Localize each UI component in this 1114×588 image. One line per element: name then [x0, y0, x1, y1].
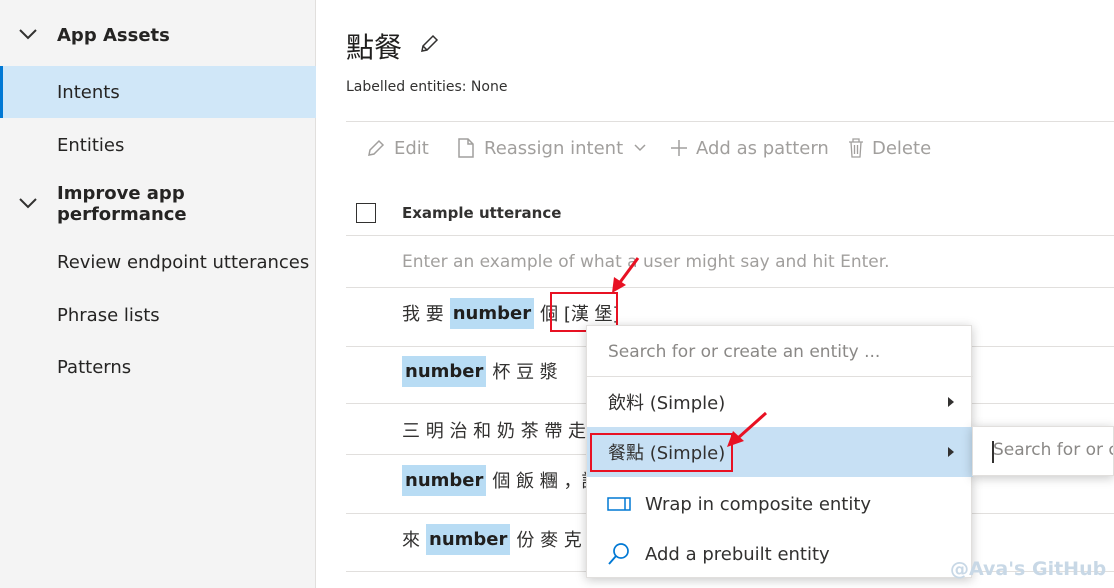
annotation-arrow-icon	[612, 257, 640, 293]
entity-label[interactable]: number	[449, 297, 535, 329]
utterance-text: 個 飯 糰 ，請	[492, 471, 600, 492]
toolbar-divider	[346, 121, 1114, 122]
edit-button[interactable]: Edit	[366, 136, 429, 160]
chevron-down-icon	[19, 198, 37, 209]
sidebar-item-intents[interactable]: Intents	[0, 66, 316, 118]
sidebar-item-phrase-lists[interactable]: Phrase lists	[0, 289, 316, 341]
add-as-pattern-button[interactable]: Add as pattern	[670, 136, 829, 160]
chevron-down-icon	[634, 144, 646, 152]
search-icon	[608, 543, 629, 565]
composite-entity-icon	[607, 497, 631, 511]
entity-search-input[interactable]: Search for or create an entity ...	[608, 342, 880, 362]
entity-label[interactable]: number	[402, 355, 487, 387]
sidebar-item-label: Patterns	[57, 356, 132, 378]
menu-item-label: Add a prebuilt entity	[645, 543, 830, 565]
menu-item-drink-entity[interactable]: 飲料 (Simple)	[587, 377, 973, 427]
sidebar-item-label: Phrase lists	[57, 304, 160, 326]
row-divider	[346, 235, 1114, 236]
sidebar-item-review-endpoint-utterances[interactable]: Review endpoint utterances	[0, 236, 316, 288]
page-title: 點餐	[346, 31, 403, 64]
sidebar-item-label: Intents	[57, 81, 120, 103]
submenu-search-input[interactable]: Search for or c	[993, 440, 1113, 460]
chevron-down-icon	[19, 29, 37, 40]
menu-item-add-prebuilt[interactable]: Add a prebuilt entity	[587, 529, 973, 579]
table-row[interactable]: number 杯 豆 漿	[402, 353, 558, 389]
edit-button-label: Edit	[394, 137, 429, 159]
entity-label[interactable]: number	[402, 464, 487, 496]
document-icon	[458, 138, 474, 158]
table-row[interactable]: number 個 飯 糰 ，請	[402, 462, 600, 498]
caret-right-icon	[948, 397, 954, 407]
utterance-text: 我 要	[402, 304, 444, 325]
entity-submenu: Search for or c	[972, 426, 1114, 476]
utterance-input[interactable]: Enter an example of what a user might sa…	[402, 252, 890, 272]
entity-label[interactable]: number	[426, 523, 511, 555]
trash-icon	[849, 138, 863, 158]
annotation-highlight-box	[590, 433, 733, 472]
sidebar-item-entities[interactable]: Entities	[0, 119, 316, 171]
watermark: @Ava's GitHub	[950, 558, 1107, 580]
row-divider	[346, 287, 1114, 288]
sidebar-group-app-assets[interactable]: App Assets	[0, 10, 316, 60]
edit-title-pencil-icon[interactable]	[418, 33, 440, 55]
sidebar-item-patterns[interactable]: Patterns	[0, 341, 316, 393]
table-row[interactable]: 來 number 份 麥 克 雞	[402, 521, 606, 557]
menu-item-wrap-composite[interactable]: Wrap in composite entity	[587, 479, 973, 529]
pencil-icon	[368, 139, 385, 156]
labelled-entities-text: Labelled entities: None	[346, 79, 508, 95]
sidebar: App Assets Intents Entities Improve app …	[0, 0, 316, 588]
add-as-pattern-label: Add as pattern	[696, 137, 829, 159]
column-header-utterance: Example utterance	[402, 204, 562, 222]
sidebar-item-label: Review endpoint utterances	[57, 251, 310, 273]
table-row[interactable]: 三 明 治 和 奶 茶 帶 走	[402, 412, 586, 448]
reassign-intent-label: Reassign intent	[484, 137, 624, 159]
delete-button[interactable]: Delete	[848, 136, 931, 160]
sidebar-group-improve-app-performance[interactable]: Improve app performance	[0, 179, 316, 229]
caret-right-icon	[948, 447, 954, 457]
sidebar-group-label: Improve app performance	[57, 183, 187, 225]
sidebar-item-label: Entities	[57, 134, 125, 156]
utterance-text: 來	[402, 530, 420, 551]
annotation-arrow-icon	[727, 411, 767, 447]
utterance-text: 杯 豆 漿	[492, 362, 558, 383]
menu-item-label: 飲料 (Simple)	[608, 393, 726, 414]
sidebar-group-label: App Assets	[57, 24, 170, 46]
reassign-intent-button[interactable]: Reassign intent	[456, 136, 655, 160]
select-all-checkbox[interactable]	[356, 203, 376, 223]
plus-icon	[671, 140, 687, 156]
delete-label: Delete	[872, 137, 932, 159]
menu-item-label: Wrap in composite entity	[645, 493, 872, 515]
utterance-text: 三 明 治 和 奶 茶 帶 走	[402, 421, 587, 442]
